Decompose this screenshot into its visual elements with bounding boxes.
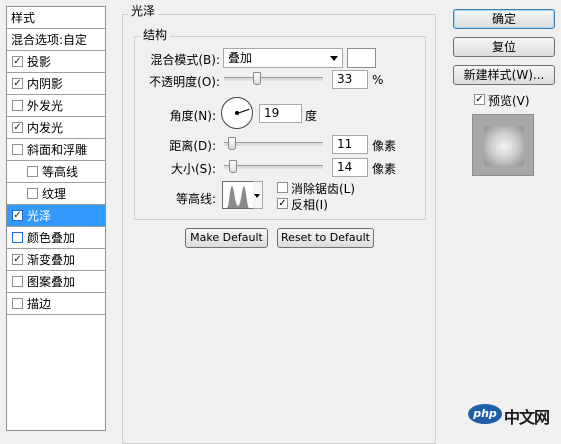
- preview-swatch: [484, 126, 524, 166]
- angle-unit: 度: [305, 109, 318, 123]
- style-item-label: 内发光: [27, 121, 64, 135]
- blend-mode-label: 混合模式(B):: [150, 53, 220, 67]
- watermark: php 中文网: [468, 402, 556, 428]
- preview-label[interactable]: 预览(V): [488, 92, 530, 109]
- anti-aliased-checkbox[interactable]: [277, 182, 288, 193]
- size-unit: 像素: [372, 162, 397, 176]
- style-item-drop-shadow[interactable]: 投影: [7, 51, 105, 73]
- contour-label: 等高线:: [175, 192, 216, 206]
- angle-input[interactable]: 19: [259, 104, 302, 123]
- new-style-button[interactable]: 新建样式(W)...: [453, 65, 555, 85]
- style-item-label: 外发光: [27, 99, 64, 113]
- opacity-unit: %: [372, 73, 384, 87]
- style-item-stroke[interactable]: 描边: [7, 293, 105, 315]
- watermark-text: 中文网: [504, 408, 550, 427]
- satin-title: 光泽: [128, 4, 159, 18]
- style-item-outer-glow[interactable]: 外发光: [7, 95, 105, 117]
- distance-input[interactable]: 11: [332, 135, 368, 154]
- angle-needle: [236, 108, 250, 114]
- contour-checkbox[interactable]: [27, 166, 38, 177]
- opacity-slider-thumb[interactable]: [253, 72, 261, 85]
- style-item-label: 图案叠加: [27, 275, 76, 289]
- invert-checkbox[interactable]: [277, 198, 288, 209]
- angle-dial[interactable]: [221, 97, 253, 129]
- reset-button[interactable]: 复位: [453, 37, 555, 57]
- distance-label: 距离(D):: [169, 139, 216, 153]
- size-label: 大小(S):: [170, 162, 216, 176]
- blend-mode-value: 叠加: [228, 51, 253, 65]
- style-preview-thumbnail: [472, 114, 534, 176]
- reset-to-default-button[interactable]: Reset to Default: [277, 228, 374, 248]
- contour-preview[interactable]: [222, 181, 254, 209]
- anti-aliased-label[interactable]: 消除锯齿(L): [291, 180, 355, 197]
- style-item-label: 斜面和浮雕: [27, 143, 88, 157]
- inner-glow-checkbox[interactable]: [12, 122, 23, 133]
- distance-slider-track[interactable]: [224, 142, 323, 146]
- outer-glow-checkbox[interactable]: [12, 100, 23, 111]
- styles-header[interactable]: 样式: [7, 7, 105, 29]
- size-slider-track[interactable]: [224, 165, 323, 169]
- ok-button[interactable]: 确定: [453, 9, 555, 29]
- distance-unit: 像素: [372, 139, 397, 153]
- satin-color-swatch[interactable]: [347, 48, 376, 68]
- style-item-label: 内阴影: [27, 77, 64, 91]
- chevron-down-icon: [330, 56, 338, 61]
- style-item-bevel-emboss[interactable]: 斜面和浮雕: [7, 139, 105, 161]
- opacity-input[interactable]: 33: [332, 70, 368, 89]
- stroke-checkbox[interactable]: [12, 298, 23, 309]
- angle-label: 角度(N):: [169, 109, 216, 123]
- styles-list: 样式 混合选项:自定 投影 内阴影 外发光 内发光 斜面和浮雕 等高线 纹理 光…: [6, 6, 106, 431]
- make-default-button[interactable]: Make Default: [185, 228, 268, 248]
- style-item-label: 纹理: [42, 187, 67, 201]
- style-item-pattern-overlay[interactable]: 图案叠加: [7, 271, 105, 293]
- size-input[interactable]: 14: [332, 158, 368, 177]
- style-item-satin[interactable]: 光泽: [7, 205, 105, 227]
- style-item-inner-shadow[interactable]: 内阴影: [7, 73, 105, 95]
- style-item-inner-glow[interactable]: 内发光: [7, 117, 105, 139]
- style-item-label: 描边: [27, 297, 52, 311]
- blending-options-item[interactable]: 混合选项:自定: [7, 29, 105, 51]
- opacity-slider-track[interactable]: [224, 77, 323, 81]
- watermark-logo: php: [468, 404, 502, 424]
- invert-label[interactable]: 反相(I): [291, 196, 328, 213]
- satin-checkbox[interactable]: [12, 210, 23, 221]
- blend-mode-select[interactable]: 叠加: [223, 48, 343, 68]
- drop-shadow-checkbox[interactable]: [12, 56, 23, 67]
- size-slider-thumb[interactable]: [229, 160, 237, 173]
- style-item-color-overlay[interactable]: 颜色叠加: [7, 227, 105, 249]
- style-item-label: 投影: [27, 55, 52, 69]
- contour-dropdown-button[interactable]: [253, 181, 263, 209]
- style-item-label: 颜色叠加: [27, 231, 76, 245]
- texture-checkbox[interactable]: [27, 188, 38, 199]
- style-item-label: 等高线: [42, 165, 79, 179]
- bevel-emboss-checkbox[interactable]: [12, 144, 23, 155]
- style-item-label: 光泽: [27, 209, 52, 223]
- inner-shadow-checkbox[interactable]: [12, 78, 23, 89]
- gradient-overlay-checkbox[interactable]: [12, 254, 23, 265]
- color-overlay-checkbox[interactable]: [12, 232, 23, 243]
- preview-checkbox[interactable]: [474, 94, 485, 105]
- pattern-overlay-checkbox[interactable]: [12, 276, 23, 287]
- style-item-label: 渐变叠加: [27, 253, 76, 267]
- style-item-contour[interactable]: 等高线: [7, 161, 105, 183]
- style-item-texture[interactable]: 纹理: [7, 183, 105, 205]
- structure-title: 结构: [140, 28, 171, 42]
- contour-curve-icon: [223, 186, 253, 208]
- opacity-label: 不透明度(O):: [149, 75, 220, 89]
- distance-slider-thumb[interactable]: [228, 137, 236, 150]
- style-item-gradient-overlay[interactable]: 渐变叠加: [7, 249, 105, 271]
